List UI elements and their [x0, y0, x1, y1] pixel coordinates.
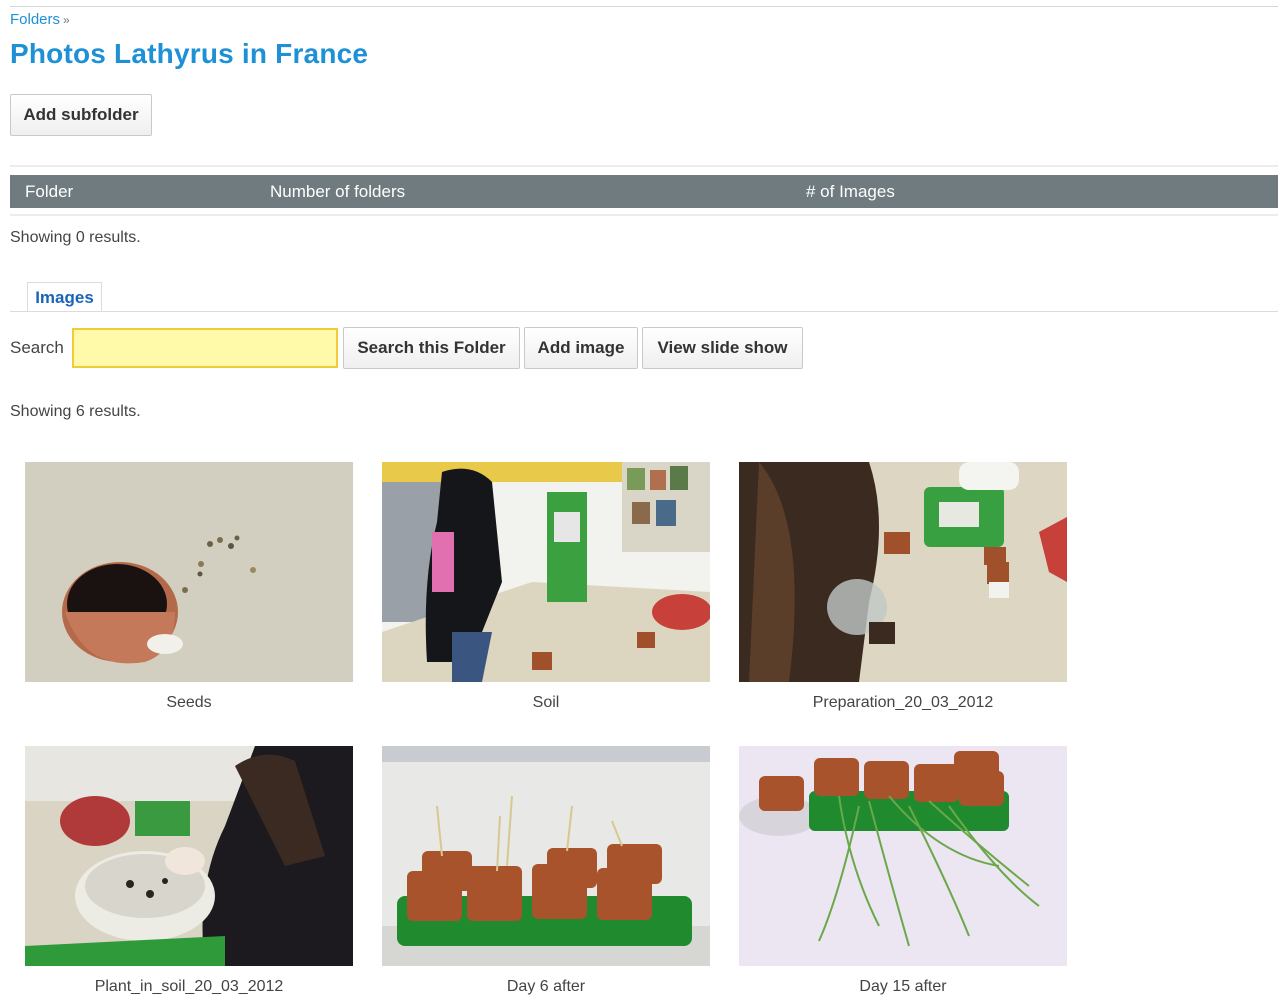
image-thumbnail-plant-in-soil[interactable] — [25, 746, 353, 966]
folder-table-header: Folder Number of folders # of Images — [10, 175, 1278, 208]
tab-images[interactable]: Images — [27, 282, 102, 312]
image-thumbnail-soil[interactable] — [382, 462, 710, 682]
add-subfolder-button[interactable]: Add subfolder — [10, 94, 152, 136]
view-slideshow-button[interactable]: View slide show — [642, 327, 803, 369]
image-caption[interactable]: Day 6 after — [382, 978, 710, 996]
tab-divider — [10, 311, 1278, 312]
image-caption[interactable]: Seeds — [25, 694, 353, 712]
breadcrumb-folders-link[interactable]: Folders — [10, 11, 60, 28]
column-folder[interactable]: Folder — [25, 182, 73, 202]
image-thumbnail-day-6-after[interactable] — [382, 746, 710, 966]
add-image-button[interactable]: Add image — [524, 327, 638, 369]
column-number-of-images[interactable]: # of Images — [806, 182, 895, 202]
search-folder-button[interactable]: Search this Folder — [343, 327, 520, 369]
search-label: Search — [10, 338, 64, 357]
image-thumbnail-seeds[interactable] — [25, 462, 353, 682]
top-divider — [10, 6, 1278, 7]
column-number-of-folders[interactable]: Number of folders — [270, 182, 405, 202]
image-caption[interactable]: Day 15 after — [739, 978, 1067, 996]
image-caption[interactable]: Preparation_20_03_2012 — [739, 694, 1067, 712]
images-results-count: Showing 6 results. — [10, 403, 141, 420]
image-thumbnail-preparation[interactable] — [739, 462, 1067, 682]
image-caption[interactable]: Plant_in_soil_20_03_2012 — [25, 978, 353, 996]
image-caption[interactable]: Soil — [382, 694, 710, 712]
breadcrumb: Folders» — [10, 11, 70, 28]
search-input[interactable] — [72, 328, 338, 368]
page-title: Photos Lathyrus in France — [10, 38, 369, 69]
folder-results-count: Showing 0 results. — [10, 229, 141, 246]
divider — [10, 165, 1278, 167]
image-thumbnail-day-15-after[interactable] — [739, 746, 1067, 966]
breadcrumb-separator: » — [63, 13, 70, 27]
divider — [10, 214, 1278, 216]
